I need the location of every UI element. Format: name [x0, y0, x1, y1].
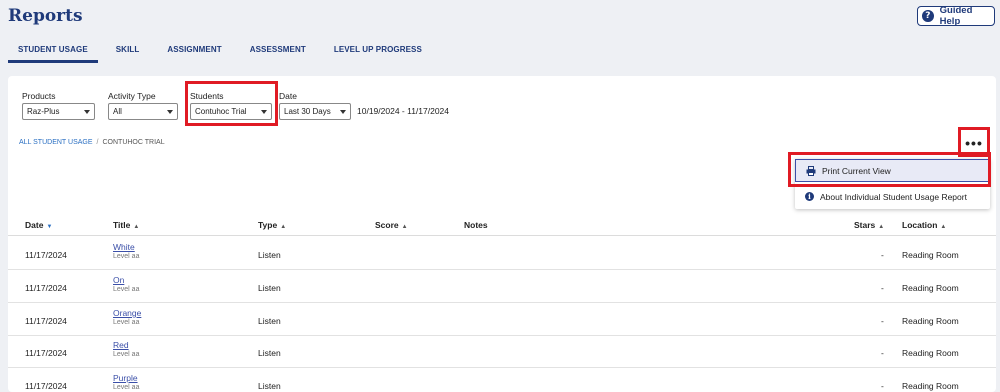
cell-date: 11/17/2024 [25, 381, 67, 391]
products-value: Raz-Plus [27, 107, 60, 116]
title-level: Level aa [113, 351, 140, 358]
about-report-item[interactable]: i About Individual Student Usage Report [795, 185, 990, 208]
tab-assignment[interactable]: ASSIGNMENT [157, 41, 231, 63]
breadcrumb-separator: / [96, 139, 99, 146]
title-link[interactable]: On [113, 275, 139, 285]
cell-date: 11/17/2024 [25, 316, 67, 326]
cell-location: Reading Room [902, 348, 959, 358]
cell-stars: - [881, 381, 884, 391]
cell-location: Reading Room [902, 250, 959, 260]
report-tabs: STUDENT USAGE SKILL ASSIGNMENT ASSESSMEN… [8, 41, 432, 63]
column-title[interactable]: Title ▲ [113, 220, 139, 230]
title-level: Level aa [113, 384, 140, 391]
products-filter: Products Raz-Plus [22, 91, 95, 120]
tab-assessment[interactable]: ASSESSMENT [240, 41, 316, 63]
page-title: Reports [8, 6, 83, 26]
highlight-box-print [788, 152, 991, 187]
title-link[interactable]: Red [113, 340, 139, 350]
table-row: 11/17/2024 Red Level aa Listen - Reading… [8, 336, 996, 368]
tab-skill[interactable]: SKILL [106, 41, 150, 63]
breadcrumb: ALL STUDENT USAGE / CONTUHOC TRIAL [19, 139, 165, 146]
chevron-down-icon [167, 110, 173, 114]
tab-student-usage[interactable]: STUDENT USAGE [8, 41, 98, 63]
breadcrumb-all-student-usage[interactable]: ALL STUDENT USAGE [19, 139, 93, 146]
info-icon: i [805, 192, 814, 201]
chevron-down-icon [84, 110, 90, 114]
cell-stars: - [881, 283, 884, 293]
table-header: Date ▼ Title ▲ Type ▲ Score ▲ Notes Stars ▲ L… [8, 214, 996, 236]
date-range-text: 10/19/2024 - 11/17/2024 [357, 106, 450, 116]
title-link[interactable]: Orange [113, 308, 141, 318]
cell-stars: - [881, 348, 884, 358]
date-filter: Date Last 30 Days [279, 91, 351, 120]
activity-type-select[interactable]: All [108, 103, 178, 120]
activity-type-filter: Activity Type All [108, 91, 178, 120]
column-date[interactable]: Date ▼ [25, 220, 52, 230]
cell-type: Listen [258, 348, 281, 358]
column-type[interactable]: Type ▲ [258, 220, 286, 230]
cell-title: Red Level aa [113, 340, 139, 358]
title-level: Level aa [113, 319, 140, 326]
column-score[interactable]: Score ▲ [375, 220, 408, 230]
cell-title: Orange Level aa [113, 308, 141, 326]
cell-stars: - [881, 250, 884, 260]
title-level: Level aa [113, 253, 140, 260]
cell-location: Reading Room [902, 316, 959, 326]
cell-date: 11/17/2024 [25, 348, 67, 358]
date-select[interactable]: Last 30 Days [279, 103, 351, 120]
help-icon: ? [922, 10, 934, 22]
cell-date: 11/17/2024 [25, 250, 67, 260]
table-row: 11/17/2024 On Level aa Listen - Reading … [8, 271, 996, 303]
title-link[interactable]: Purple [113, 373, 139, 383]
activity-type-value: All [113, 107, 122, 116]
cell-type: Listen [258, 381, 281, 391]
cell-title: On Level aa [113, 275, 139, 293]
cell-type: Listen [258, 316, 281, 326]
chevron-down-icon [340, 110, 346, 114]
title-link[interactable]: White [113, 242, 139, 252]
cell-title: Purple Level aa [113, 373, 139, 391]
about-report-label: About Individual Student Usage Report [820, 191, 967, 202]
highlight-box-students [185, 81, 278, 126]
table-row: 11/17/2024 Purple Level aa Listen - Read… [8, 369, 996, 392]
table-row: 11/17/2024 Orange Level aa Listen - Read… [8, 304, 996, 336]
title-level: Level aa [113, 286, 140, 293]
breadcrumb-current: CONTUHOC TRIAL [102, 139, 165, 146]
column-stars[interactable]: Stars ▲ [854, 220, 884, 230]
cell-location: Reading Room [902, 283, 959, 293]
cell-type: Listen [258, 250, 281, 260]
guided-help-button[interactable]: ? Guided Help [917, 5, 995, 27]
column-notes: Notes [464, 220, 488, 230]
column-location[interactable]: Location ▲ [902, 220, 946, 230]
tab-level-up-progress[interactable]: LEVEL UP PROGRESS [324, 41, 432, 63]
cell-date: 11/17/2024 [25, 283, 67, 293]
activity-type-label: Activity Type [108, 91, 156, 101]
date-label: Date [279, 91, 297, 101]
cell-stars: - [881, 316, 884, 326]
report-card: Products Raz-Plus Activity Type All Stud… [8, 76, 996, 392]
cell-location: Reading Room [902, 381, 959, 391]
products-label: Products [22, 91, 56, 101]
guided-help-label: Guided Help [939, 5, 973, 27]
table-row: 11/17/2024 White Level aa Listen - Readi… [8, 238, 996, 270]
date-value: Last 30 Days [284, 107, 331, 116]
products-select[interactable]: Raz-Plus [22, 103, 95, 120]
cell-title: White Level aa [113, 242, 139, 260]
cell-type: Listen [258, 283, 281, 293]
